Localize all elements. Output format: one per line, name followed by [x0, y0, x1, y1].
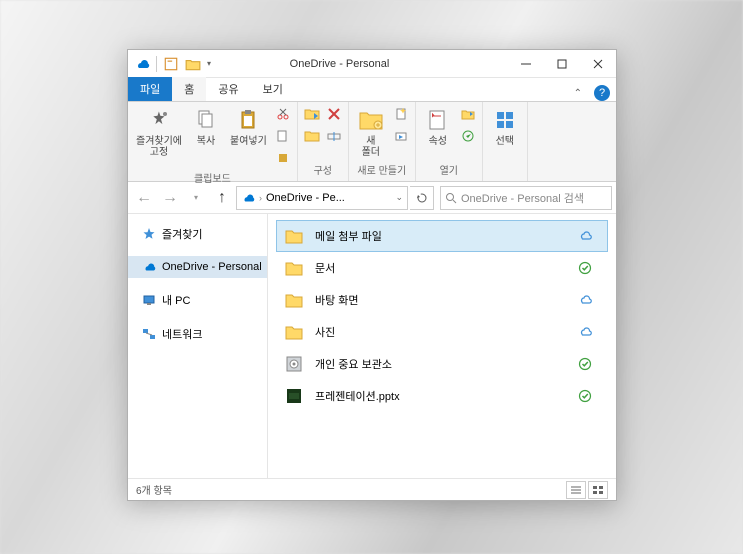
easy-access-icon[interactable]: [391, 126, 411, 146]
window-title: OneDrive - Personal: [211, 58, 508, 70]
item-name: 개인 중요 보관소: [315, 356, 567, 372]
sidebar-quick-access[interactable]: 즐겨찾기: [128, 222, 267, 246]
cut-icon[interactable]: [273, 104, 293, 124]
vault-icon: [283, 353, 305, 375]
sidebar-onedrive[interactable]: OneDrive - Personal: [128, 256, 267, 278]
tab-home[interactable]: 홈: [172, 77, 206, 101]
open-group-label: 열기: [440, 160, 458, 179]
sync-status-icon: [577, 292, 593, 308]
onedrive-icon: [142, 260, 156, 274]
address-dropdown-icon[interactable]: ⌄: [395, 192, 403, 203]
sync-status-icon: [577, 388, 593, 404]
paste-button[interactable]: 붙여넣기: [226, 104, 271, 149]
pin-to-quick-access-button[interactable]: 즐겨찾기에 고정: [132, 104, 186, 160]
item-name: 프레젠테이션.pptx: [315, 388, 567, 404]
copy-path-icon[interactable]: [273, 126, 293, 146]
sync-status-icon: [577, 356, 593, 372]
list-item[interactable]: 개인 중요 보관소: [276, 348, 608, 380]
organize-group-label: 구성: [314, 160, 332, 179]
qat-divider: [156, 56, 157, 72]
statusbar: 6개 항목: [128, 478, 616, 500]
folder-icon: [283, 257, 305, 279]
file-list: 메일 첨부 파일문서바탕 화면사진개인 중요 보관소프레젠테이션.pptx: [268, 214, 616, 478]
search-icon: [445, 192, 457, 204]
qat-newfolder-icon[interactable]: [185, 56, 201, 72]
collapse-ribbon-icon[interactable]: ⌃: [568, 86, 588, 101]
search-box[interactable]: OneDrive - Personal 검색: [440, 186, 612, 210]
folder-icon: [283, 225, 305, 247]
item-name: 메일 첨부 파일: [315, 228, 567, 244]
paste-shortcut-icon[interactable]: [273, 148, 293, 168]
tab-file[interactable]: 파일: [128, 77, 172, 101]
folder-icon: [283, 289, 305, 311]
list-item[interactable]: 문서: [276, 252, 608, 284]
tab-share[interactable]: 공유: [206, 77, 250, 101]
view-details-button[interactable]: [566, 481, 586, 499]
item-name: 문서: [315, 260, 567, 276]
ribbon-tabs: 파일 홈 공유 보기 ⌃ ?: [128, 78, 616, 102]
maximize-button[interactable]: [544, 50, 580, 78]
navbar: ← → ▾ ↑ › OneDrive - Pe... ⌄ OneDrive - …: [128, 182, 616, 214]
nav-recent-dropdown[interactable]: ▾: [184, 186, 208, 210]
open-icon[interactable]: [458, 104, 478, 124]
tab-view[interactable]: 보기: [251, 77, 295, 101]
select-button[interactable]: 선택: [487, 104, 523, 149]
delete-icon[interactable]: [324, 104, 344, 124]
address-bar[interactable]: › OneDrive - Pe... ⌄: [236, 186, 408, 210]
new-item-icon[interactable]: [391, 104, 411, 124]
pptx-icon: [283, 385, 305, 407]
onedrive-icon: [241, 191, 255, 205]
breadcrumb[interactable]: OneDrive - Pe...: [266, 192, 345, 204]
properties-button[interactable]: 속성: [420, 104, 456, 149]
close-button[interactable]: [580, 50, 616, 78]
list-item[interactable]: 바탕 화면: [276, 284, 608, 316]
titlebar: ▾ OneDrive - Personal: [128, 50, 616, 78]
ribbon: 즐겨찾기에 고정 복사 붙여넣기 클립보드: [128, 102, 616, 182]
refresh-button[interactable]: [410, 186, 434, 210]
sync-status-icon: [577, 228, 593, 244]
sidebar-this-pc[interactable]: 내 PC: [128, 288, 267, 312]
sync-status-icon: [577, 260, 593, 276]
nav-tree: 즐겨찾기 OneDrive - Personal 내 PC 네트워크: [128, 214, 268, 478]
onedrive-icon: [134, 56, 150, 72]
item-count: 6개 항목: [136, 482, 172, 497]
nav-back-button[interactable]: ←: [132, 186, 156, 210]
folder-icon: [283, 321, 305, 343]
copy-to-icon[interactable]: [302, 126, 322, 146]
chevron-right-icon[interactable]: ›: [259, 193, 262, 203]
star-icon: [142, 227, 156, 241]
edit-icon[interactable]: [458, 126, 478, 146]
minimize-button[interactable]: [508, 50, 544, 78]
list-item[interactable]: 사진: [276, 316, 608, 348]
sidebar-network[interactable]: 네트워크: [128, 322, 267, 346]
nav-forward-button[interactable]: →: [158, 186, 182, 210]
view-icons-button[interactable]: [588, 481, 608, 499]
new-group-label: 새로 만들기: [357, 160, 406, 179]
pc-icon: [142, 293, 156, 307]
new-folder-button[interactable]: 새 폴더: [353, 104, 389, 160]
item-name: 사진: [315, 324, 567, 340]
sync-status-icon: [577, 324, 593, 340]
move-to-icon[interactable]: [302, 104, 322, 124]
item-name: 바탕 화면: [315, 292, 567, 308]
list-item[interactable]: 프레젠테이션.pptx: [276, 380, 608, 412]
copy-button[interactable]: 복사: [188, 104, 224, 149]
nav-up-button[interactable]: ↑: [210, 186, 234, 210]
qat-properties-icon[interactable]: [163, 56, 179, 72]
network-icon: [142, 327, 156, 341]
rename-icon[interactable]: [324, 126, 344, 146]
list-item[interactable]: 메일 첨부 파일: [276, 220, 608, 252]
explorer-window: ▾ OneDrive - Personal 파일 홈 공유 보기 ⌃ ? 즐겨찾…: [127, 49, 617, 501]
help-button[interactable]: ?: [594, 85, 610, 101]
search-placeholder: OneDrive - Personal 검색: [461, 190, 584, 206]
